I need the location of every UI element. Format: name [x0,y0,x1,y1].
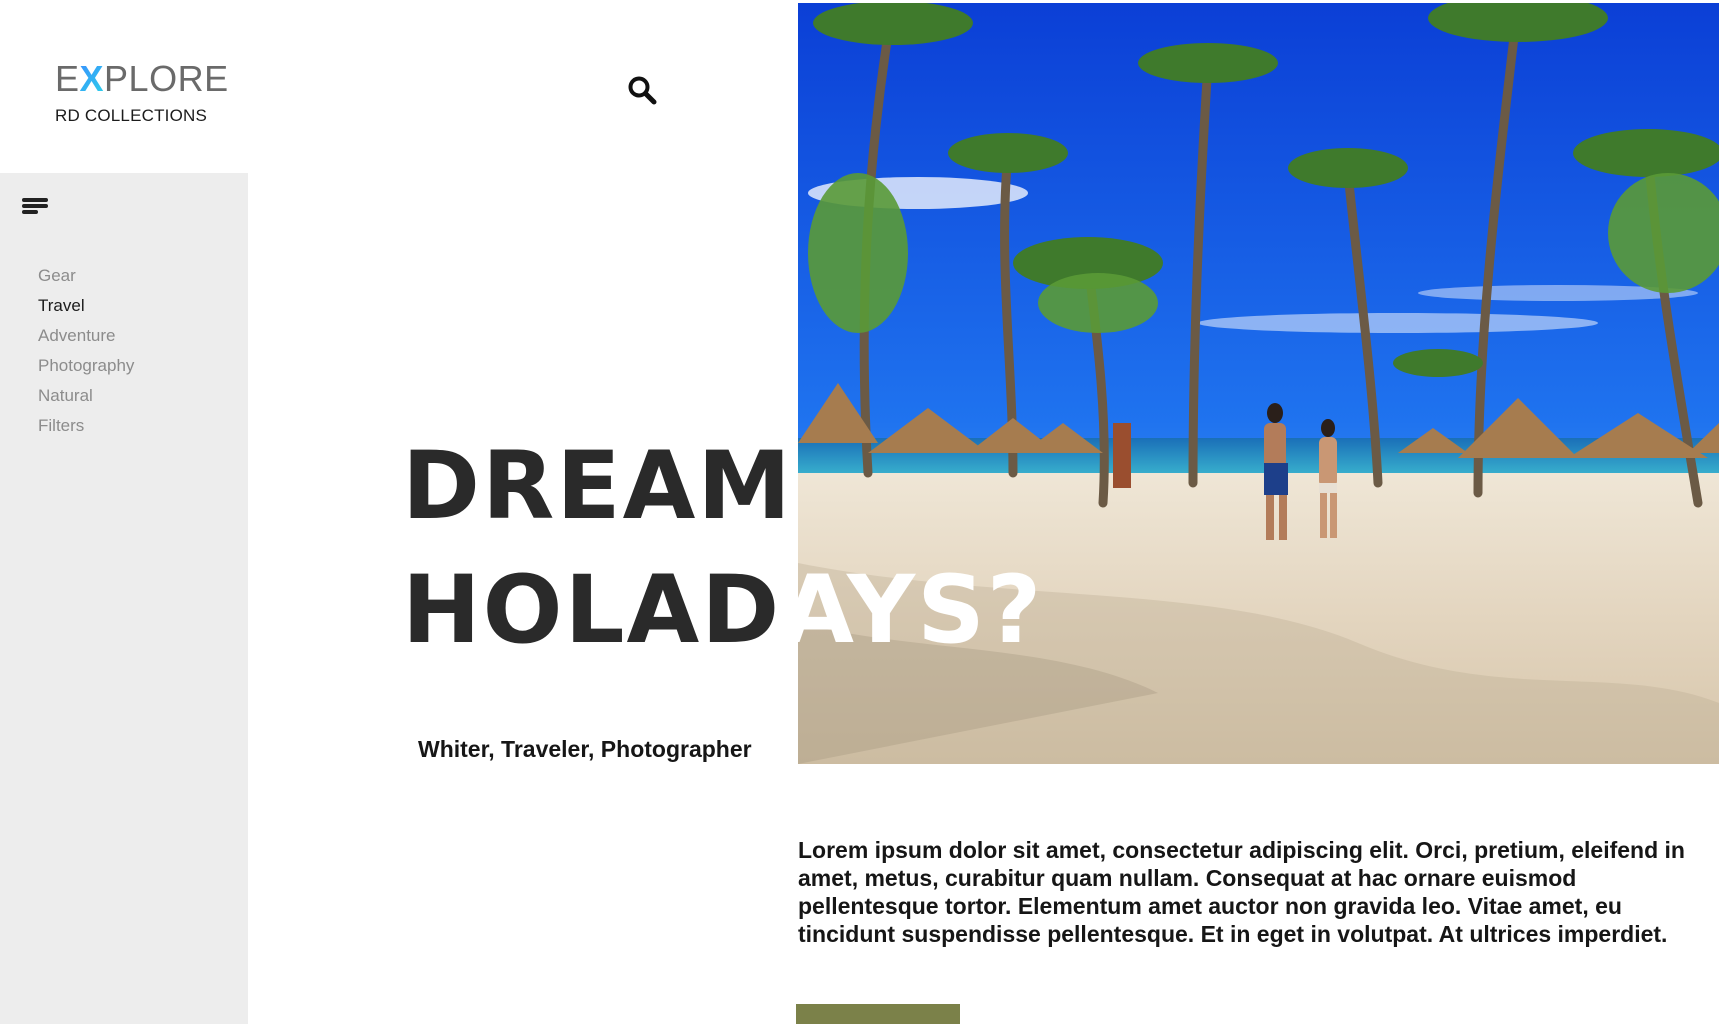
hero-headline-line2-light: AYS? [781,556,1044,665]
sidebar-item-adventure[interactable]: Adventure [38,321,134,351]
hero-headline-line1: DREAM [402,432,793,541]
body-paragraph: Lorem ipsum dolor sit amet, consectetur … [798,837,1685,947]
sidebar-item-photography[interactable]: Photography [38,351,134,381]
cta-button[interactable] [796,1004,960,1024]
hero-tagline: Whiter, Traveler, Photographer [418,736,752,762]
page: EXPLORE RD COLLECTIONS Gear Travel Adven… [0,0,1719,1024]
sidebar-item-travel[interactable]: Travel [38,291,134,321]
hero-headline-line2-dark: HOLAD [402,556,782,665]
brand-wordmark: EXPLORE [55,58,229,99]
brand-logo[interactable]: EXPLORE RD COLLECTIONS [55,58,229,126]
sidebar-item-gear[interactable]: Gear [38,261,134,291]
sidebar-nav: Gear Travel Adventure Photography Natura… [38,261,134,441]
brand-subtitle: RD COLLECTIONS [55,106,208,125]
sidebar: Gear Travel Adventure Photography Natura… [0,173,248,1024]
sidebar-item-natural[interactable]: Natural [38,381,134,411]
sidebar-item-filters[interactable]: Filters [38,411,134,441]
hamburger-menu-icon[interactable] [22,198,48,218]
brand-x-letter: X [79,58,105,99]
search-icon[interactable] [627,75,657,105]
hero-headline: DREAM HOLADAYS? [402,425,1102,673]
